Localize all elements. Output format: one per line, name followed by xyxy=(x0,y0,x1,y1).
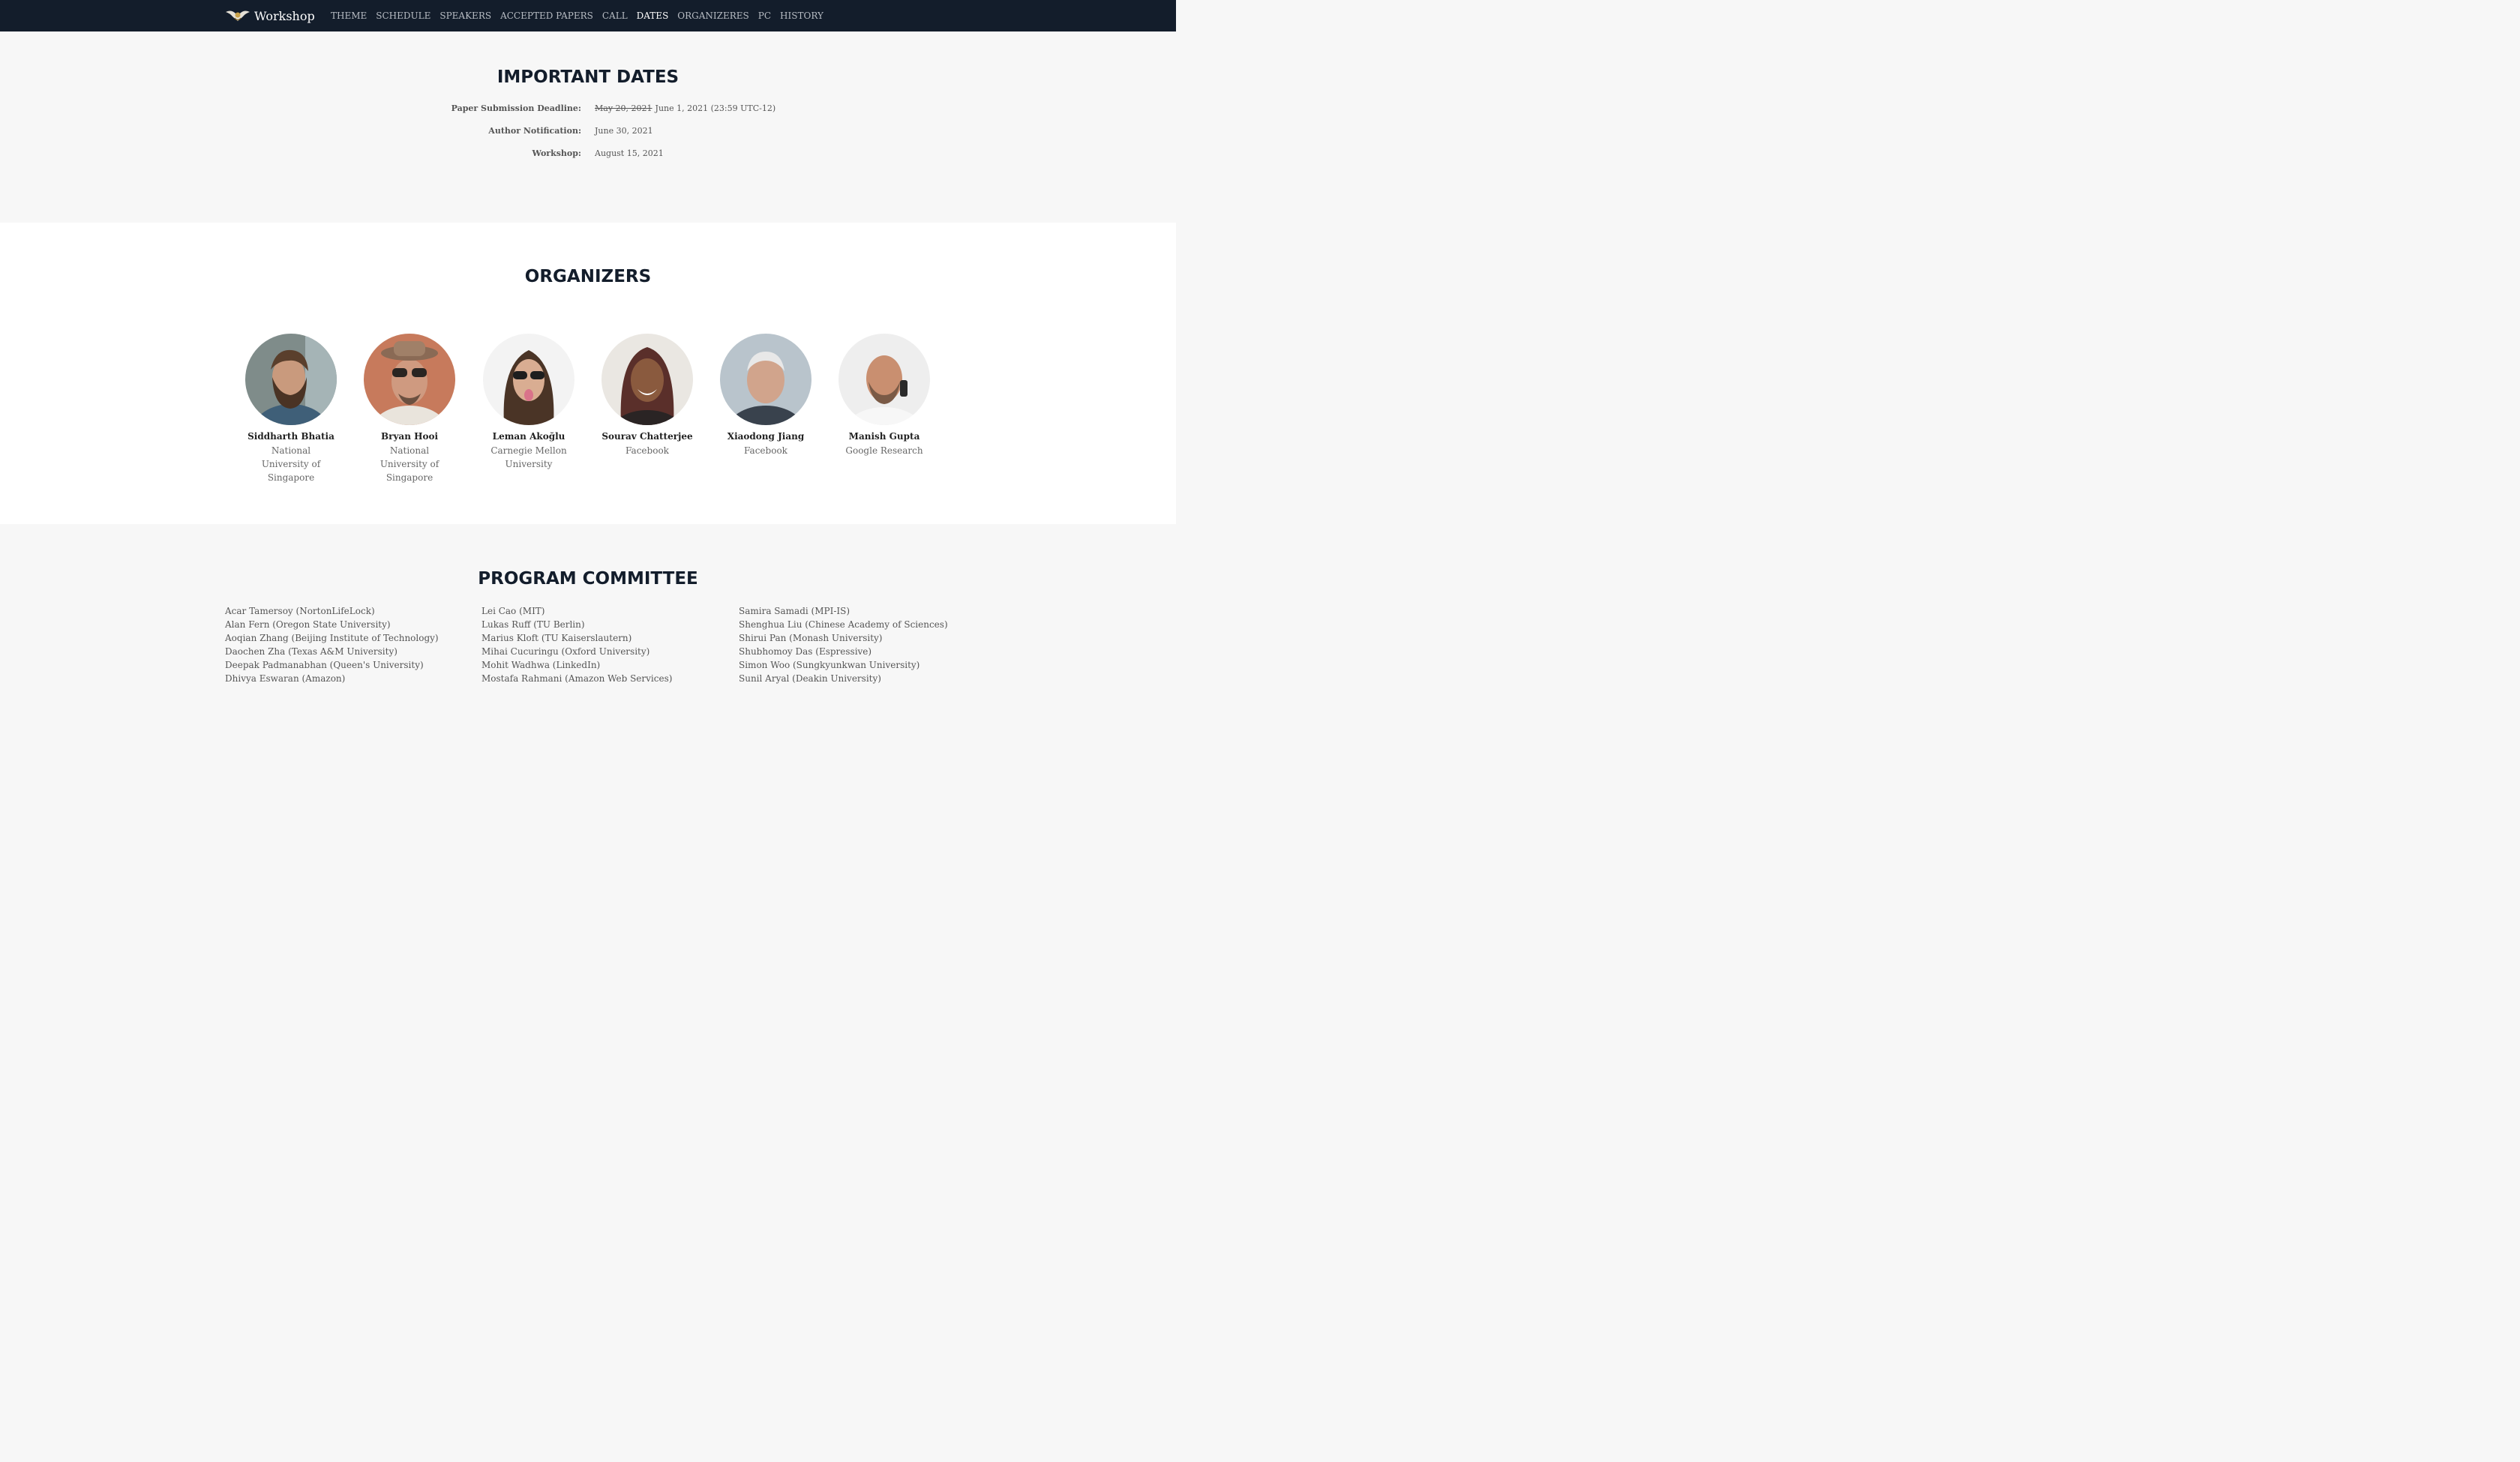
organizer-card: Sourav Chatterjee Facebook xyxy=(588,334,706,457)
pc-member: Deepak Padmanabhan (Queen's University) xyxy=(225,660,424,670)
brand[interactable]: Workshop xyxy=(225,0,315,31)
avatar xyxy=(364,334,455,425)
nav-link-history[interactable]: HISTORY xyxy=(780,10,824,21)
pc-column: Lei Cao (MIT) Lukas Ruff (TU Berlin) Mar… xyxy=(482,604,672,685)
organizer-card: Bryan Hooi National University of Singap… xyxy=(350,334,469,484)
organizer-card: Xiaodong Jiang Facebook xyxy=(706,334,825,457)
pc-member: Lei Cao (MIT) xyxy=(482,606,545,616)
organizers-section: ORGANIZERS Siddharth Bhatia National Uni… xyxy=(0,223,1176,524)
pc-member: Samira Samadi (MPI-IS) xyxy=(739,606,850,616)
date-row-submission: Paper Submission Deadline: May 20, 2021 J… xyxy=(0,103,1176,118)
nav-link-theme[interactable]: THEME xyxy=(331,10,367,21)
pc-member: Shubhomoy Das (Espressive) xyxy=(739,646,872,657)
pc-member: Mihai Cucuringu (Oxford University) xyxy=(482,646,650,657)
organizer-name: Manish Gupta xyxy=(848,431,920,442)
pc-member: Mohit Wadhwa (LinkedIn) xyxy=(482,660,601,670)
avatar xyxy=(720,334,812,425)
pc-member: Aoqian Zhang (Beijing Institute of Techn… xyxy=(225,633,439,643)
organizer-affiliation: National University of Singapore xyxy=(380,445,440,483)
organizer-affiliation: Facebook xyxy=(744,445,788,456)
date-label: Workshop: xyxy=(532,148,582,158)
top-navbar: Workshop THEME SCHEDULE SPEAKERS ACCEPTE… xyxy=(0,0,1176,31)
avatar xyxy=(602,334,693,425)
program-committee-title: PROGRAM COMMITTEE xyxy=(478,569,698,589)
organizer-affiliation: Google Research xyxy=(845,445,923,456)
organizer-card: Manish Gupta Google Research xyxy=(825,334,944,457)
nav-link-accepted-papers[interactable]: ACCEPTED PAPERS xyxy=(500,10,593,21)
nav-links: THEME SCHEDULE SPEAKERS ACCEPTED PAPERS … xyxy=(331,0,832,31)
pc-member: Sunil Aryal (Deakin University) xyxy=(739,673,881,684)
nav-link-organizeres[interactable]: ORGANIZERES xyxy=(677,10,748,21)
eagle-logo-icon xyxy=(226,10,250,21)
organizer-name: Leman Akoğlu xyxy=(492,431,566,442)
nav-link-pc[interactable]: PC xyxy=(758,10,771,21)
brand-title: Workshop xyxy=(254,8,315,23)
pc-member: Mostafa Rahmani (Amazon Web Services) xyxy=(482,673,673,684)
date-value: August 15, 2021 xyxy=(595,148,664,158)
organizer-name: Bryan Hooi xyxy=(380,431,439,442)
pc-member: Shenghua Liu (Chinese Academy of Science… xyxy=(739,619,948,630)
program-committee-section: PROGRAM COMMITTEE Acar Tamersoy (NortonL… xyxy=(0,524,1176,685)
pc-member: Lukas Ruff (TU Berlin) xyxy=(482,619,585,630)
date-label: Paper Submission Deadline: xyxy=(451,103,581,113)
organizer-name: Siddharth Bhatia xyxy=(248,431,334,442)
date-value: May 20, 2021 June 1, 2021 (23:59 UTC-12) xyxy=(595,103,776,113)
nav-link-schedule[interactable]: SCHEDULE xyxy=(376,10,430,21)
nav-link-speakers[interactable]: SPEAKERS xyxy=(440,10,491,21)
avatar xyxy=(245,334,337,425)
avatar xyxy=(838,334,930,425)
pc-member: Acar Tamersoy (NortonLifeLock) xyxy=(225,606,375,616)
old-deadline: May 20, 2021 xyxy=(595,103,652,113)
organizer-affiliation: Facebook xyxy=(626,445,669,456)
nav-link-call[interactable]: CALL xyxy=(602,10,628,21)
pc-member: Alan Fern (Oregon State University) xyxy=(225,619,391,630)
avatar xyxy=(483,334,574,425)
pc-member: Simon Woo (Sungkyunkwan University) xyxy=(739,660,920,670)
organizer-card: Leman Akoğlu Carnegie Mellon University xyxy=(470,334,588,471)
important-dates-section: IMPORTANT DATES Paper Submission Deadlin… xyxy=(0,31,1176,223)
pc-member: Daochen Zha (Texas A&M University) xyxy=(225,646,398,657)
pc-column: Samira Samadi (MPI-IS) Shenghua Liu (Chi… xyxy=(739,604,948,685)
pc-member: Marius Kloft (TU Kaiserslautern) xyxy=(482,633,632,643)
date-label: Author Notification: xyxy=(488,126,581,136)
nav-link-dates[interactable]: DATES xyxy=(637,10,669,21)
date-row-workshop: Workshop: August 15, 2021 xyxy=(0,148,1176,163)
date-row-notification: Author Notification: June 30, 2021 xyxy=(0,126,1176,141)
organizer-name: Sourav Chatterjee xyxy=(602,431,693,442)
organizers-title: ORGANIZERS xyxy=(524,267,652,286)
date-value: June 30, 2021 xyxy=(595,126,653,136)
organizer-name: Xiaodong Jiang xyxy=(727,431,805,442)
organizer-card: Siddharth Bhatia National University of … xyxy=(232,334,350,484)
new-deadline: June 1, 2021 (23:59 UTC-12) xyxy=(655,103,776,113)
organizer-affiliation: Carnegie Mellon University xyxy=(490,445,567,469)
important-dates-title: IMPORTANT DATES xyxy=(496,67,680,87)
organizer-affiliation: National University of Singapore xyxy=(261,445,321,483)
pc-column: Acar Tamersoy (NortonLifeLock) Alan Fern… xyxy=(225,604,439,685)
pc-member: Dhivya Eswaran (Amazon) xyxy=(225,673,346,684)
pc-member: Shirui Pan (Monash University) xyxy=(739,633,883,643)
